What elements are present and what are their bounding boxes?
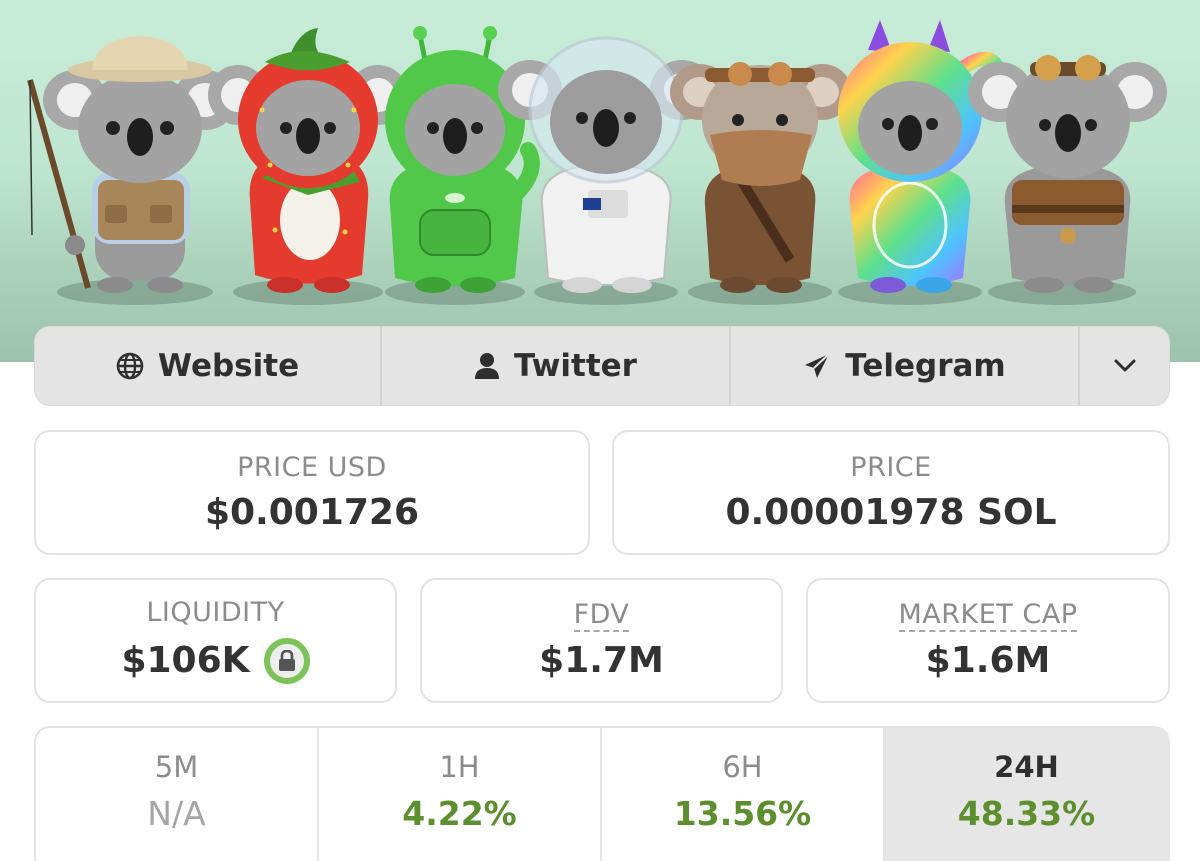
price-native-card: PRICE 0.00001978 SOL (612, 430, 1170, 555)
market-cap-value: $1.6M (925, 639, 1051, 681)
liquidity-value: $106K (121, 640, 250, 682)
koala-characters-illustration (27, 20, 1167, 305)
price-native-value: 0.00001978 SOL (725, 492, 1057, 534)
twitter-label: Twitter (514, 348, 637, 384)
tab-1h[interactable]: 1H 4.22% (319, 728, 602, 861)
tab-5m-label: 5M (154, 750, 199, 784)
website-link[interactable]: Website (35, 327, 382, 405)
website-label: Website (157, 348, 300, 384)
twitter-link[interactable]: Twitter (382, 327, 731, 405)
fdv-label[interactable]: FDV (573, 600, 630, 632)
tab-24h-label: 24H (994, 750, 1059, 784)
price-change-tabs: 5M N/A 1H 4.22% 6H 13.56% 24H 48.33% (34, 726, 1170, 861)
header-banner (0, 0, 1200, 362)
chevron-down-icon (1114, 359, 1135, 372)
liquidity-label: LIQUIDITY (146, 597, 285, 629)
market-cap-label[interactable]: MARKET CAP (898, 600, 1078, 632)
market-cap-card: MARKET CAP $1.6M (806, 578, 1170, 703)
tab-6h-label: 6H (722, 750, 763, 784)
liquidity-card: LIQUIDITY $106K (34, 578, 397, 703)
globe-icon (116, 352, 144, 380)
koala-alien (385, 26, 540, 293)
koala-steampunk (968, 55, 1167, 293)
koala-fisherman (27, 36, 237, 293)
liquidity-row: $106K (121, 637, 310, 684)
tab-24h-value: 48.33% (957, 794, 1096, 833)
tab-5m[interactable]: 5M N/A (36, 728, 319, 861)
paper-plane-icon (805, 353, 830, 378)
tab-6h[interactable]: 6H 13.56% (602, 728, 885, 861)
tab-6h-value: 13.56% (673, 794, 812, 833)
social-links-bar: Website Twitter Telegram (34, 326, 1170, 406)
fdv-value: $1.7M (539, 639, 664, 681)
liquidity-lock-badge[interactable] (263, 637, 310, 684)
price-usd-label: PRICE USD (237, 451, 387, 483)
price-native-label: PRICE (850, 451, 932, 483)
tab-5m-value: N/A (147, 794, 206, 833)
tab-1h-label: 1H (439, 750, 480, 784)
user-icon (475, 353, 500, 379)
telegram-link[interactable]: Telegram (731, 327, 1080, 405)
more-links-button[interactable] (1080, 327, 1169, 405)
price-usd-card: PRICE USD $0.001726 (34, 430, 590, 555)
fdv-card: FDV $1.7M (420, 578, 783, 703)
koala-wasteland (670, 62, 852, 293)
lock-icon (278, 649, 295, 671)
price-usd-value: $0.001726 (204, 492, 420, 534)
koala-rainbow-dragon (838, 20, 1009, 293)
tab-1h-value: 4.22% (402, 794, 517, 833)
koala-strawberry (208, 28, 408, 293)
tab-24h[interactable]: 24H 48.33% (885, 728, 1168, 861)
telegram-label: Telegram (845, 348, 1006, 384)
